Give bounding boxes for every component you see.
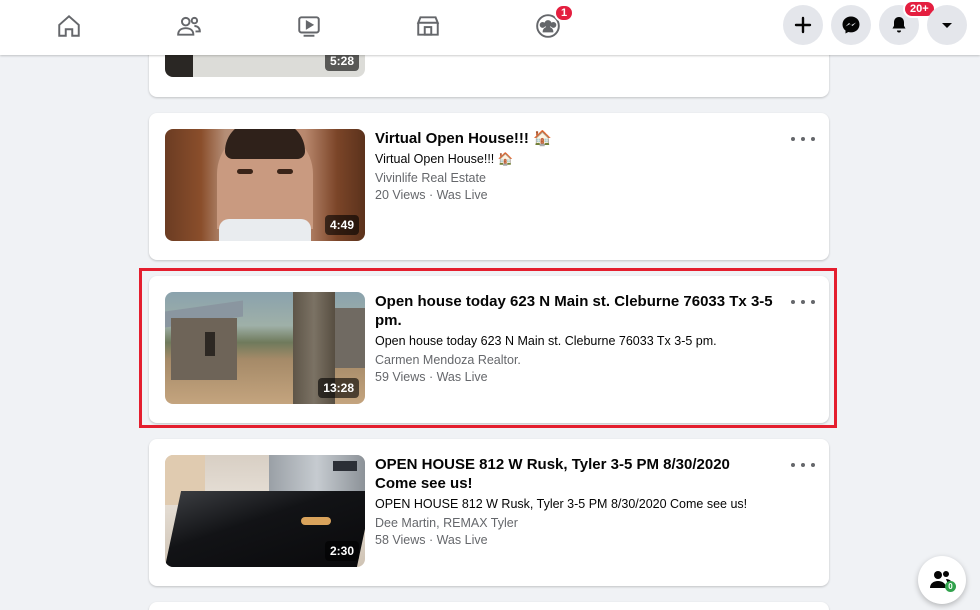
home-icon <box>58 14 80 37</box>
video-author[interactable]: Carmen Mendoza Realtor. <box>375 352 775 369</box>
dot-icon <box>801 463 805 467</box>
video-card[interactable]: 13:28 Open house today 623 N Main st. Cl… <box>149 276 829 423</box>
friends-icon <box>177 16 201 36</box>
video-info: OPEN HOUSE 812 W Rusk, Tyler 3-5 PM 8/30… <box>375 455 775 549</box>
video-description: Open house today 623 N Main st. Cleburne… <box>375 334 717 348</box>
video-thumbnail[interactable]: 4:49 <box>165 129 365 241</box>
messenger-button[interactable] <box>831 5 871 45</box>
marketplace-icon <box>416 16 440 36</box>
video-author[interactable]: Dee Martin, REMAX Tyler <box>375 515 775 532</box>
groups-badge: 1 <box>554 4 575 22</box>
video-duration: 13:28 <box>318 378 359 398</box>
video-card[interactable]: 4:49 Virtual Open House!!! 🏠 Virtual Ope… <box>149 113 829 260</box>
contacts-status-badge: 0 <box>945 581 956 592</box>
video-description: OPEN HOUSE 812 W Rusk, Tyler 3-5 PM 8/30… <box>375 497 748 511</box>
plus-icon <box>794 16 812 34</box>
more-options-button[interactable] <box>791 457 815 473</box>
video-duration: 4:49 <box>324 215 359 235</box>
video-title[interactable]: Open house today 623 N Main st. Cleburne… <box>375 292 775 330</box>
video-meta: 59 Views · Was Live <box>375 370 488 384</box>
marketplace-tab[interactable] <box>408 8 448 44</box>
account-menu-button[interactable] <box>927 5 967 45</box>
caret-down-icon <box>942 23 952 28</box>
home-tab[interactable] <box>49 8 89 44</box>
dot-icon <box>801 137 805 141</box>
dot-icon <box>811 137 815 141</box>
video-info: Virtual Open House!!! 🏠 Virtual Open Hou… <box>375 129 775 204</box>
more-options-button[interactable] <box>791 294 815 310</box>
messenger-icon <box>842 16 860 34</box>
watch-tab[interactable] <box>289 8 329 44</box>
video-meta: 58 Views · Was Live <box>375 533 488 547</box>
dot-icon <box>811 463 815 467</box>
contacts-button[interactable]: 0 <box>918 556 966 604</box>
video-thumbnail[interactable]: 2:30 <box>165 455 365 567</box>
dot-icon <box>791 137 795 141</box>
dot-icon <box>791 463 795 467</box>
video-title[interactable]: OPEN HOUSE 812 W Rusk, Tyler 3-5 PM 8/30… <box>375 455 775 493</box>
watch-icon <box>298 16 320 37</box>
video-duration: 2:30 <box>324 541 359 561</box>
video-meta: 20 Views · Was Live <box>375 188 488 202</box>
dot-icon <box>791 300 795 304</box>
bell-icon <box>892 17 906 33</box>
create-button[interactable] <box>783 5 823 45</box>
friends-tab[interactable] <box>169 8 209 44</box>
video-card[interactable] <box>149 602 829 610</box>
more-options-button[interactable] <box>791 131 815 147</box>
video-title[interactable]: Virtual Open House!!! 🏠 <box>375 129 775 148</box>
video-author[interactable]: Vivinlife Real Estate <box>375 170 775 187</box>
top-navigation-bar: 1 20+ <box>0 0 980 55</box>
dot-icon <box>811 300 815 304</box>
video-description: Virtual Open House!!! 🏠 <box>375 152 514 166</box>
video-card[interactable]: 2:30 OPEN HOUSE 812 W Rusk, Tyler 3-5 PM… <box>149 439 829 586</box>
video-thumbnail[interactable]: 13:28 <box>165 292 365 404</box>
dot-icon <box>801 300 805 304</box>
video-info: Open house today 623 N Main st. Cleburne… <box>375 292 775 386</box>
